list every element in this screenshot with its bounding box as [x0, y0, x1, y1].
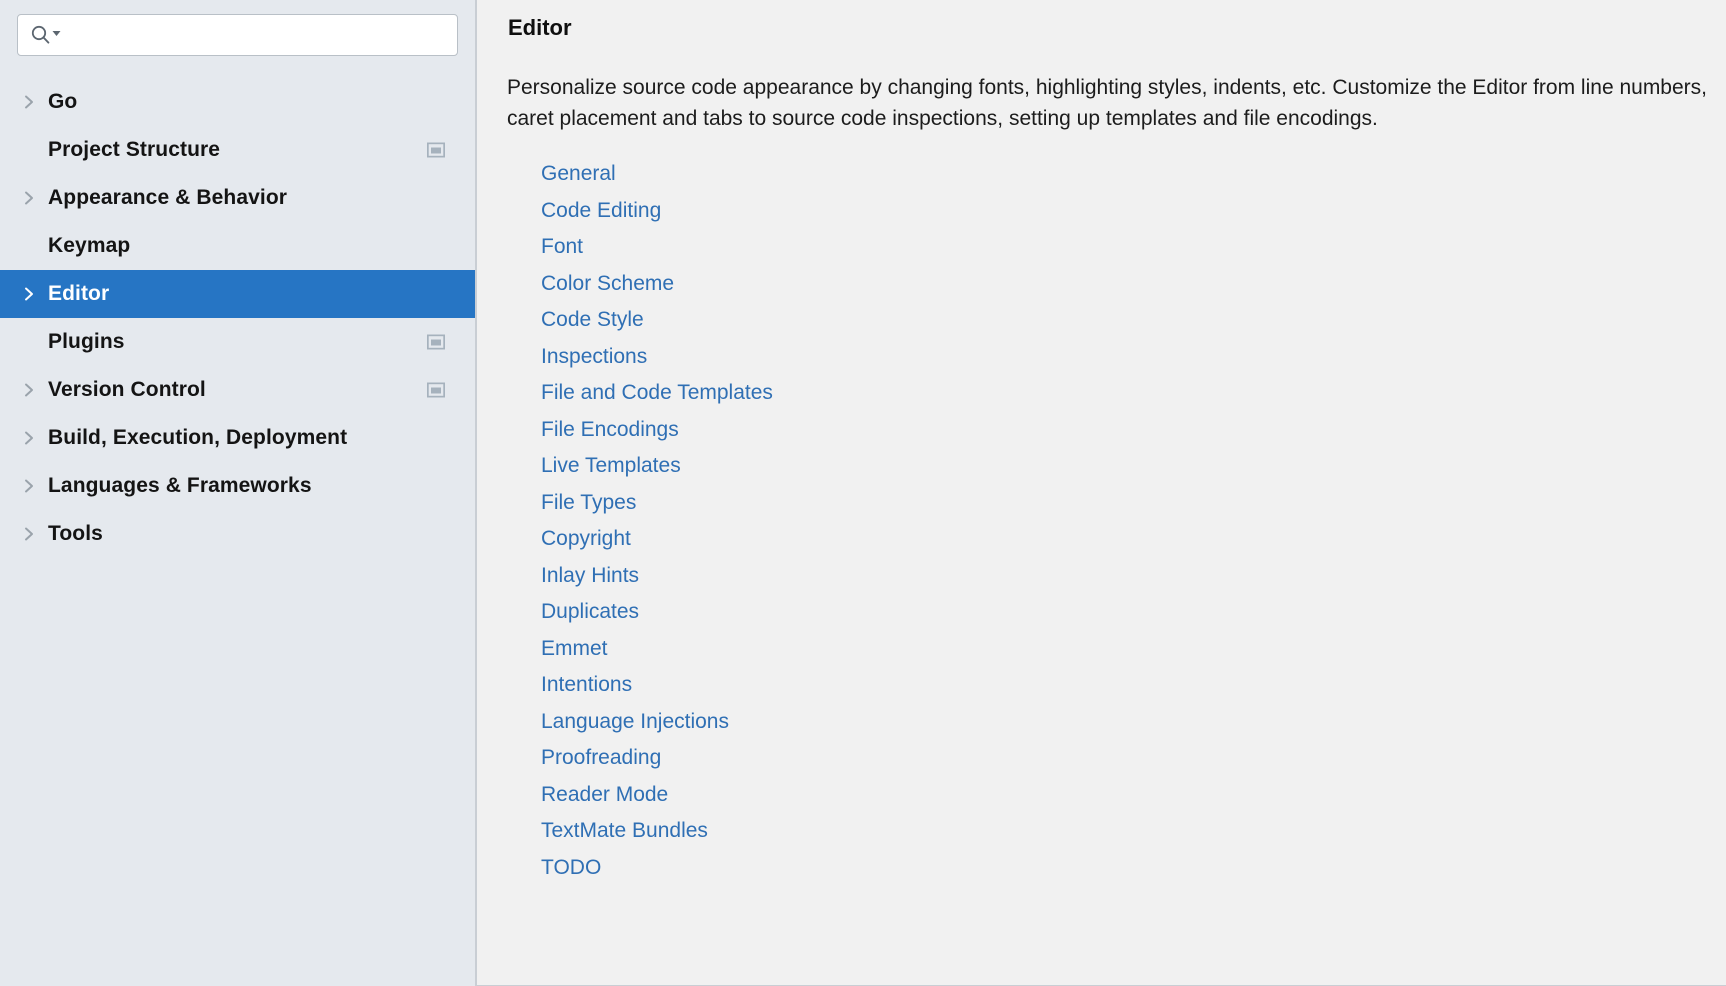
sidebar-item-label: Plugins	[48, 330, 125, 353]
sidebar-item-label: Build, Execution, Deployment	[48, 426, 348, 449]
editor-subsection-links: General Code Editing Font Color Scheme C…	[507, 156, 1726, 886]
link-general[interactable]: General	[541, 156, 616, 193]
chevron-right-icon[interactable]	[22, 381, 48, 399]
sidebar-item-version-control[interactable]: Version Control	[0, 366, 475, 414]
settings-window: Go Project Structure Appearance & Behavi…	[0, 0, 1726, 986]
sidebar-item-label: Go	[48, 90, 78, 113]
link-proofreading[interactable]: Proofreading	[541, 740, 661, 777]
chevron-right-icon[interactable]	[22, 93, 48, 111]
settings-tree: Go Project Structure Appearance & Behavi…	[0, 78, 475, 558]
link-textmate-bundles[interactable]: TextMate Bundles	[541, 813, 708, 850]
link-code-style[interactable]: Code Style	[541, 302, 644, 339]
link-code-editing[interactable]: Code Editing	[541, 193, 661, 230]
sidebar-item-label: Appearance & Behavior	[48, 186, 288, 209]
link-font[interactable]: Font	[541, 229, 583, 266]
sidebar-item-label: Tools	[48, 522, 103, 545]
window-icon	[426, 141, 446, 159]
window-icon	[426, 381, 446, 399]
search-input[interactable]	[64, 24, 447, 46]
sidebar-item-label: Keymap	[48, 234, 131, 257]
chevron-right-icon[interactable]	[22, 285, 48, 303]
search-container	[0, 0, 475, 56]
chevron-down-icon	[52, 30, 61, 36]
sidebar-item-keymap[interactable]: Keymap	[0, 222, 475, 270]
sidebar-item-tools[interactable]: Tools	[0, 510, 475, 558]
link-color-scheme[interactable]: Color Scheme	[541, 266, 674, 303]
chevron-right-icon[interactable]	[22, 189, 48, 207]
link-inspections[interactable]: Inspections	[541, 339, 647, 376]
link-file-and-code-templates[interactable]: File and Code Templates	[541, 375, 773, 412]
link-live-templates[interactable]: Live Templates	[541, 448, 681, 485]
sidebar-item-label: Project Structure	[48, 138, 221, 161]
window-icon	[426, 333, 446, 351]
page-title: Editor	[508, 15, 572, 40]
sidebar-item-label: Editor	[48, 282, 110, 305]
link-copyright[interactable]: Copyright	[541, 521, 631, 558]
chevron-right-icon[interactable]	[22, 525, 48, 543]
sidebar-item-editor[interactable]: Editor	[0, 270, 475, 318]
link-duplicates[interactable]: Duplicates	[541, 594, 639, 631]
page-description: Personalize source code appearance by ch…	[507, 76, 1707, 130]
sidebar-item-label: Languages & Frameworks	[48, 474, 312, 497]
sidebar-item-languages-frameworks[interactable]: Languages & Frameworks	[0, 462, 475, 510]
sidebar-item-go[interactable]: Go	[0, 78, 475, 126]
sidebar-item-build-execution-deployment[interactable]: Build, Execution, Deployment	[0, 414, 475, 462]
link-inlay-hints[interactable]: Inlay Hints	[541, 558, 639, 595]
chevron-right-icon[interactable]	[22, 429, 48, 447]
link-file-encodings[interactable]: File Encodings	[541, 412, 679, 449]
link-language-injections[interactable]: Language Injections	[541, 704, 729, 741]
settings-content-panel: Editor Personalize source code appearanc…	[477, 0, 1726, 986]
sidebar-item-plugins[interactable]: Plugins	[0, 318, 475, 366]
chevron-right-icon[interactable]	[22, 477, 48, 495]
link-intentions[interactable]: Intentions	[541, 667, 632, 704]
link-emmet[interactable]: Emmet	[541, 631, 608, 668]
sidebar-item-project-structure[interactable]: Project Structure	[0, 126, 475, 174]
search-icon[interactable]	[28, 22, 64, 48]
link-reader-mode[interactable]: Reader Mode	[541, 777, 668, 814]
sidebar-item-appearance-behavior[interactable]: Appearance & Behavior	[0, 174, 475, 222]
link-file-types[interactable]: File Types	[541, 485, 636, 522]
search-box[interactable]	[17, 14, 458, 56]
sidebar-item-label: Version Control	[48, 378, 206, 401]
link-todo[interactable]: TODO	[541, 850, 601, 887]
settings-sidebar: Go Project Structure Appearance & Behavi…	[0, 0, 477, 986]
